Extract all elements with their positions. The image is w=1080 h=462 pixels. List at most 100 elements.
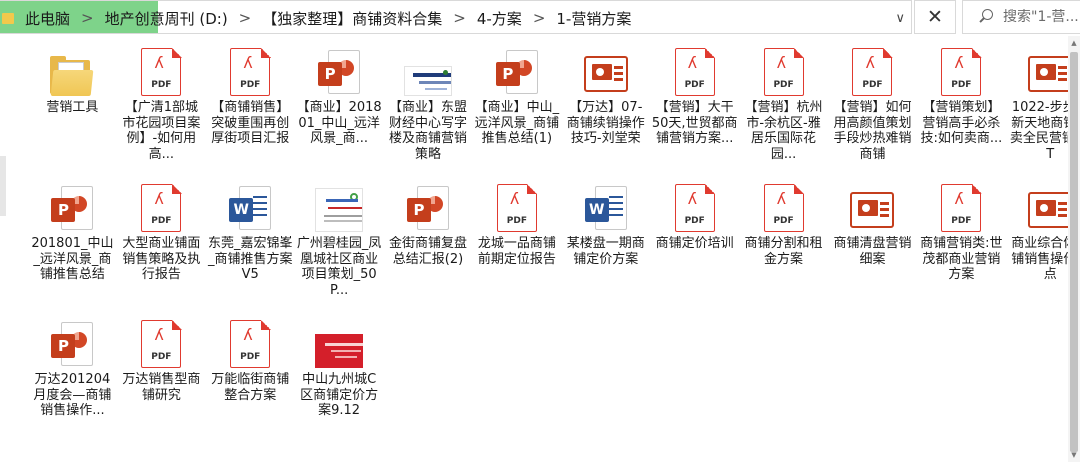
file-name: 【商业】中山_远洋风景_商铺推售总结(1) xyxy=(474,100,560,147)
chevron-right-icon[interactable]: > xyxy=(231,9,260,27)
powerpoint-file-icon: P xyxy=(315,44,363,96)
pdf-file-icon: ʎ PDF xyxy=(493,180,541,232)
navigation-pane-edge[interactable] xyxy=(0,156,6,216)
file-item[interactable]: ʎ PDF 大型商业铺面销售策略及执行报告 xyxy=(117,180,206,298)
file-name: 商铺分割和租金方案 xyxy=(744,236,823,267)
breadcrumb-collection-folder[interactable]: 【独家整理】商铺资料合集 xyxy=(259,8,445,29)
file-item[interactable]: ʎ PDF 【营销策划】营销高手必杀技:如何卖商... xyxy=(917,44,1006,162)
breadcrumb-drive-d[interactable]: 地产创意周刊 (D:) xyxy=(102,8,231,29)
breadcrumb: 此电脑 > 地产创意周刊 (D:) > 【独家整理】商铺资料合集 > 4-方案 … xyxy=(0,1,634,33)
pdf-file-icon: ʎ PDF xyxy=(137,180,185,232)
powerpoint-file-icon: P xyxy=(404,180,452,232)
folder-icon xyxy=(2,11,14,25)
file-item[interactable]: ʎ PDF 【营销】杭州市-余杭区-雅居乐国际花园... xyxy=(739,44,828,162)
pdf-file-icon: ʎ PDF xyxy=(671,180,719,232)
pdf-label: PDF xyxy=(151,216,172,226)
file-item[interactable]: ʎ PDF 【广清1部城市花园项目案例】-如何用高... xyxy=(117,44,206,162)
file-item[interactable]: ʎ PDF 商铺定价培训 xyxy=(650,180,739,298)
file-name: 大型商业铺面销售策略及执行报告 xyxy=(122,236,201,283)
file-name: 万达销售型商铺研究 xyxy=(122,372,201,403)
pdf-file-icon: ʎ PDF xyxy=(760,44,808,96)
pdf-file-icon: ʎ PDF xyxy=(937,44,985,96)
pdf-file-icon: ʎ PDF xyxy=(137,44,185,96)
pdf-label: PDF xyxy=(684,80,705,90)
file-item[interactable]: 广州碧桂园_凤凰城社区商业项目策划_50P... xyxy=(295,180,384,298)
breadcrumb-marketing-folder[interactable]: 1-营销方案 xyxy=(553,8,634,29)
search-input[interactable] xyxy=(1003,9,1080,25)
scroll-up-icon[interactable]: ▲ xyxy=(1068,36,1080,50)
scroll-down-icon[interactable]: ▼ xyxy=(1068,448,1080,462)
chevron-right-icon[interactable]: > xyxy=(525,9,554,27)
file-item[interactable]: ʎ PDF 商铺分割和租金方案 xyxy=(739,180,828,298)
pdf-file-icon: ʎ PDF xyxy=(848,44,896,96)
file-row: P 201801_中山_远洋风景_商铺推售总结 ʎ PDF 大型商业铺面销售策略及执行报… xyxy=(28,180,1080,298)
file-row: P 万达201204月度会—商铺销售操作... ʎ PDF 万达销售型商铺研究 ʎ PDF 万… xyxy=(28,316,1068,419)
chevron-down-icon[interactable]: ∨ xyxy=(895,1,905,33)
scrollbar-thumb[interactable] xyxy=(1070,52,1078,452)
breadcrumb-plans-folder[interactable]: 4-方案 xyxy=(474,8,525,29)
file-name: 营销工具 xyxy=(46,100,99,115)
pdf-file-icon: ʎ PDF xyxy=(137,316,185,368)
breadcrumb-this-pc[interactable]: 此电脑 xyxy=(22,8,73,29)
toolbar: 此电脑 > 地产创意周刊 (D:) > 【独家整理】商铺资料合集 > 4-方案 … xyxy=(0,0,1080,36)
file-item[interactable]: ʎ PDF 【商铺销售】突破重围再创厚街项目汇报 xyxy=(206,44,295,162)
file-name: 商铺清盘营销细案 xyxy=(833,236,912,267)
chevron-right-icon[interactable]: > xyxy=(73,9,102,27)
file-name: 万能临街商铺整合方案 xyxy=(211,372,290,403)
file-name: 中山九州城C区商铺定价方案9.12 xyxy=(300,372,379,419)
pdf-file-icon: ʎ PDF xyxy=(226,44,274,96)
pdf-label: PDF xyxy=(951,80,972,90)
pdf-label: PDF xyxy=(773,216,794,226)
folder-icon xyxy=(48,44,96,96)
pdf-label: PDF xyxy=(151,352,172,362)
file-item[interactable]: P 【商业】201801_中山_远洋风景_商... xyxy=(295,44,384,162)
image-thumbnail-icon xyxy=(404,44,452,96)
pdf-file-icon: ʎ PDF xyxy=(671,44,719,96)
file-item[interactable]: ʎ PDF 龙城一品商铺前期定位报告 xyxy=(472,180,561,298)
pdf-label: PDF xyxy=(506,216,527,226)
file-item[interactable]: P 201801_中山_远洋风景_商铺推售总结 xyxy=(28,180,117,298)
file-item[interactable]: W 某楼盘一期商铺定价方案 xyxy=(561,180,650,298)
word-badge: W xyxy=(229,198,254,222)
file-item[interactable]: P 【商业】中山_远洋风景_商铺推售总结(1) xyxy=(472,44,561,162)
file-item[interactable]: 【商业】东盟财经中心写字楼及商铺营销策略 xyxy=(384,44,473,162)
file-item[interactable]: 商铺清盘营销细案 xyxy=(828,180,917,298)
file-item[interactable]: P 万达201204月度会—商铺销售操作... xyxy=(28,316,117,419)
file-name: 【广清1部城市花园项目案例】-如何用高... xyxy=(122,100,201,162)
close-icon[interactable]: ✕ xyxy=(914,0,956,34)
file-name: 【商业】201801_中山_远洋风景_商... xyxy=(296,100,382,147)
vertical-scrollbar[interactable]: ▲ ▼ xyxy=(1068,36,1080,462)
word-file-icon: W xyxy=(226,180,274,232)
file-name: 201801_中山_远洋风景_商铺推售总结 xyxy=(31,236,114,283)
file-row: 营销工具 ʎ PDF 【广清1部城市花园项目案例】-如何用高... ʎ PDF 【商铺销售】… xyxy=(28,44,1080,162)
file-item[interactable]: P 金街商铺复盘总结汇报(2) xyxy=(384,180,473,298)
pdf-label: PDF xyxy=(862,80,883,90)
file-name: 【营销】杭州市-余杭区-雅居乐国际花园... xyxy=(744,100,823,162)
file-name: 【营销策划】营销高手必杀技:如何卖商... xyxy=(920,100,1003,147)
file-name: 金街商铺复盘总结汇报(2) xyxy=(388,236,467,267)
ppt-badge: P xyxy=(51,334,76,358)
chevron-right-icon[interactable]: > xyxy=(445,9,474,27)
file-name: 商铺营销类:世茂都商业营销方案 xyxy=(920,236,1003,283)
file-name: 【万达】07-商铺续销操作技巧-刘堂荣 xyxy=(566,100,645,147)
file-item[interactable]: ʎ PDF 【营销】大干50天,世贸都商铺营销方案... xyxy=(650,44,739,162)
file-name: 【营销】大干50天,世贸都商铺营销方案... xyxy=(651,100,738,147)
file-item[interactable]: 中山九州城C区商铺定价方案9.12 xyxy=(295,316,384,419)
file-item[interactable]: ʎ PDF 万达销售型商铺研究 xyxy=(117,316,206,419)
pdf-label: PDF xyxy=(951,216,972,226)
search-box[interactable] xyxy=(962,0,1080,34)
ppt-badge: P xyxy=(407,198,431,222)
file-item[interactable]: ʎ PDF 商铺营销类:世茂都商业营销方案 xyxy=(917,180,1006,298)
file-name: 龙城一品商铺前期定位报告 xyxy=(477,236,556,267)
powerpoint-show-icon xyxy=(848,180,896,232)
powerpoint-show-icon xyxy=(582,44,630,96)
file-item[interactable]: ʎ PDF 【营销】如何用高颜值策划手段炒热难销商铺 xyxy=(828,44,917,162)
word-badge: W xyxy=(584,198,609,222)
file-item[interactable]: 【万达】07-商铺续销操作技巧-刘堂荣 xyxy=(561,44,650,162)
pdf-label: PDF xyxy=(240,80,261,90)
file-item[interactable]: W 东莞_嘉宏锦峯_商铺推售方案V5 xyxy=(206,180,295,298)
file-item[interactable]: ʎ PDF 万能临街商铺整合方案 xyxy=(206,316,295,419)
pdf-label: PDF xyxy=(240,352,261,362)
address-bar[interactable]: 此电脑 > 地产创意周刊 (D:) > 【独家整理】商铺资料合集 > 4-方案 … xyxy=(0,0,912,34)
file-item[interactable]: 营销工具 xyxy=(28,44,117,162)
